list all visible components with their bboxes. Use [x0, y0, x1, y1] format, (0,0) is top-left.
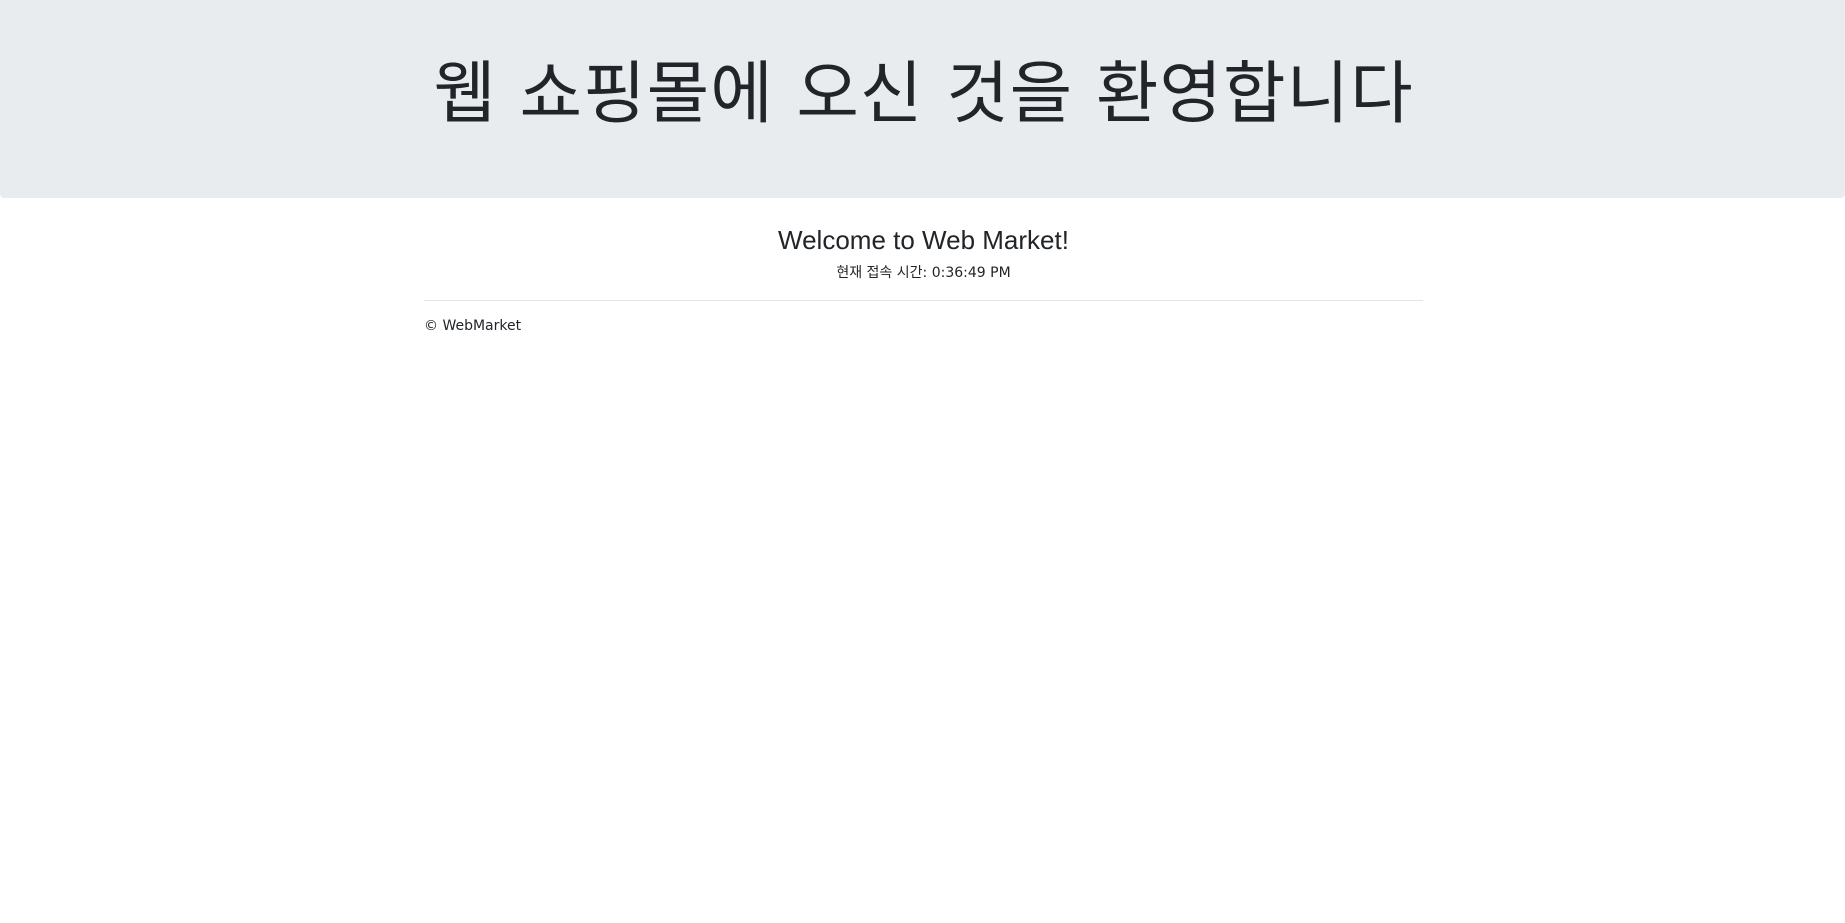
footer: © WebMarket — [424, 316, 824, 336]
welcome-heading: Welcome to Web Market! — [778, 225, 1069, 255]
footer-copyright: © WebMarket — [424, 318, 522, 334]
access-time: 현재 접속 시간: 0:36:49 PM — [424, 263, 1423, 283]
access-time-label: 현재 접속 시간: — [836, 265, 932, 281]
footer-divider — [424, 300, 1423, 301]
page-title: 웹 쇼핑몰에 오신 것을 환영합니다 — [433, 55, 1414, 134]
jumbotron-header: 웹 쇼핑몰에 오신 것을 환영합니다 — [0, 0, 1845, 198]
access-time-value: 0:36:49 PM — [931, 265, 1011, 281]
